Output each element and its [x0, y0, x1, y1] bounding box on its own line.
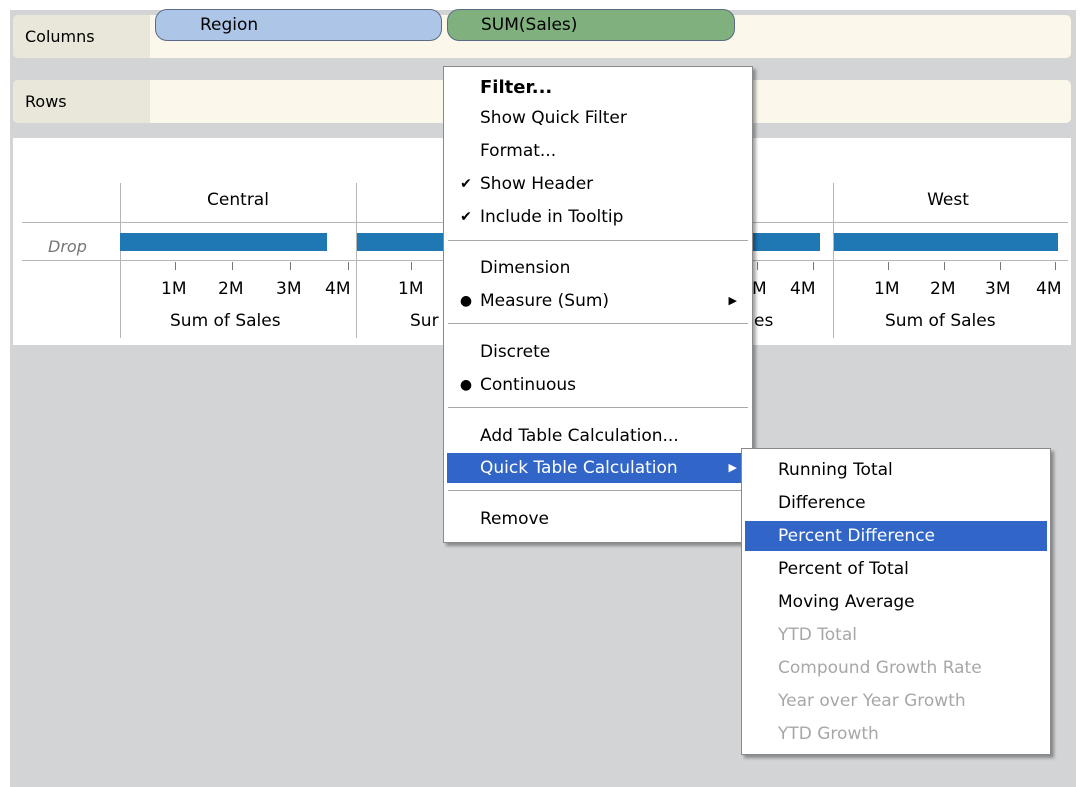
axis-tick	[888, 262, 889, 270]
tick-label: M	[752, 279, 767, 299]
quick-table-calc-submenu: Running Total Difference Percent Differe…	[741, 448, 1051, 755]
menu-item-label: Include in Tooltip	[480, 207, 624, 227]
menu-item-discrete[interactable]: Discrete	[447, 337, 749, 367]
sum-sales-pill[interactable]: SUM(Sales)	[447, 9, 735, 41]
menu-separator	[448, 323, 748, 325]
axis-tick	[757, 262, 758, 270]
submenu-arrow-icon: ▶	[728, 461, 737, 474]
radio-dot-icon: ●	[459, 377, 473, 393]
axis-tick	[1000, 262, 1001, 270]
submenu-item-percent-difference[interactable]: Percent Difference	[745, 521, 1047, 551]
axis-label: es	[754, 311, 774, 331]
menu-separator	[448, 490, 748, 492]
menu-item-add-table-calculation[interactable]: Add Table Calculation...	[447, 421, 749, 451]
bar-pane-2[interactable]	[357, 233, 457, 251]
checkmark-icon: ✔	[460, 209, 472, 225]
axis-label: Sum of Sales	[170, 311, 281, 331]
pane-divider	[356, 183, 357, 338]
menu-item-include-in-tooltip[interactable]: ✔ Include in Tooltip	[447, 202, 749, 232]
axis-label: Sur	[410, 311, 439, 331]
submenu-item-year-over-year-growth: Year over Year Growth	[778, 691, 966, 711]
axis-tick	[348, 262, 349, 270]
menu-item-remove[interactable]: Remove	[447, 504, 749, 534]
axis-tick	[411, 262, 412, 270]
menu-separator	[448, 407, 748, 409]
tick-label: 2M	[930, 279, 956, 299]
menu-item-label: Measure (Sum)	[480, 291, 610, 311]
column-header-central[interactable]: Central	[120, 190, 356, 210]
submenu-item-compound-growth-rate: Compound Growth Rate	[778, 658, 982, 678]
menu-item-filter[interactable]: Filter...	[447, 73, 749, 103]
axis-tick	[290, 262, 291, 270]
tick-label: 1M	[161, 279, 187, 299]
submenu-item-ytd-total: YTD Total	[778, 625, 857, 645]
checkmark-icon: ✔	[460, 176, 472, 192]
menu-item-measure[interactable]: ● Measure (Sum) ▶	[447, 286, 749, 316]
submenu-arrow-icon: ▶	[728, 294, 737, 307]
tick-label: 3M	[276, 279, 302, 299]
menu-item-continuous[interactable]: ● Continuous	[447, 370, 749, 400]
menu-separator	[448, 240, 748, 242]
tick-label: 3M	[985, 279, 1011, 299]
menu-item-show-header[interactable]: ✔ Show Header	[447, 169, 749, 199]
tick-label: 4M	[790, 279, 816, 299]
region-pill[interactable]: Region	[155, 9, 442, 41]
bar-central[interactable]	[120, 233, 327, 251]
columns-shelf-label: Columns	[13, 15, 150, 58]
tick-label: 1M	[874, 279, 900, 299]
drop-hint[interactable]: Drop	[48, 237, 87, 256]
tick-label: 4M	[325, 279, 351, 299]
menu-item-label: Quick Table Calculation	[480, 458, 678, 478]
submenu-item-difference[interactable]: Difference	[745, 488, 1047, 518]
axis-tick	[232, 262, 233, 270]
rows-shelf-label: Rows	[13, 80, 150, 123]
column-header-west[interactable]: West	[833, 190, 1063, 210]
axis-tick	[944, 262, 945, 270]
axis-label: Sum of Sales	[885, 311, 996, 331]
submenu-item-running-total[interactable]: Running Total	[745, 455, 1047, 485]
axis-tick	[813, 262, 814, 270]
bar-west[interactable]	[834, 233, 1058, 251]
submenu-item-ytd-growth: YTD Growth	[778, 724, 879, 744]
tick-label: 4M	[1036, 279, 1062, 299]
menu-item-quick-table-calculation[interactable]: Quick Table Calculation ▶	[447, 453, 749, 483]
menu-item-label: Continuous	[480, 375, 577, 395]
radio-dot-icon: ●	[459, 293, 473, 309]
menu-item-format[interactable]: Format...	[447, 136, 749, 166]
axis-tick	[1055, 262, 1056, 270]
submenu-item-percent-of-total[interactable]: Percent of Total	[745, 554, 1047, 584]
menu-item-show-quick-filter[interactable]: Show Quick Filter	[447, 103, 749, 133]
tick-label: 1M	[398, 279, 424, 299]
tick-label: 2M	[218, 279, 244, 299]
axis-tick	[175, 262, 176, 270]
submenu-item-moving-average[interactable]: Moving Average	[745, 587, 1047, 617]
menu-item-label: Show Header	[480, 174, 594, 194]
menu-item-dimension[interactable]: Dimension	[447, 253, 749, 283]
pill-context-menu: Filter... Show Quick Filter Format... ✔ …	[443, 66, 753, 543]
